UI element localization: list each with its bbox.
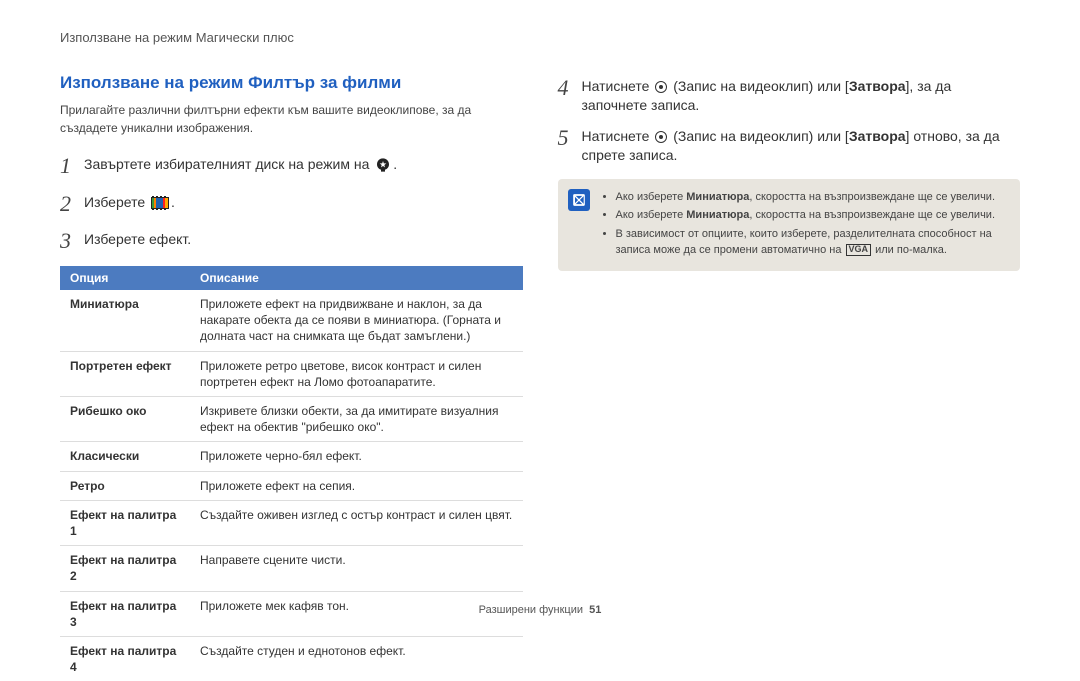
- table-cell-desc: Изкривете близки обекти, за да имитирате…: [190, 397, 523, 442]
- step-number: 3: [60, 226, 84, 256]
- table-cell-option: Ретро: [60, 471, 190, 500]
- right-column: 4 Натиснете (Запис на видеоклип) или [За…: [558, 73, 1021, 681]
- table-cell-option: Класически: [60, 442, 190, 471]
- left-column: Използване на режим Филтър за филми Прил…: [60, 73, 523, 681]
- table-cell-option: Ефект на палитра 4: [60, 636, 190, 681]
- note-text: , скоростта на възпроизвеждане ще се уве…: [749, 209, 995, 221]
- step-text-pre: Натиснете: [582, 78, 650, 94]
- table-row: МиниатюраПриложете ефект на придвижване …: [60, 290, 523, 351]
- step-number: 5: [558, 123, 582, 153]
- table-header-option: Опция: [60, 266, 190, 290]
- breadcrumb-header: Използване на режим Магически плюс: [60, 30, 1020, 45]
- table-cell-desc: Създайте студен и еднотонов ефект.: [190, 636, 523, 681]
- step-text: Завъртете избирателният диск на режим на…: [84, 151, 397, 174]
- table-row: Рибешко окоИзкривете близки обекти, за д…: [60, 397, 523, 442]
- table-cell-option: Портретен ефект: [60, 351, 190, 396]
- table-cell-option: Миниатюра: [60, 290, 190, 351]
- step-number: 4: [558, 73, 582, 103]
- step-text: Натиснете (Запис на видеоклип) или [Затв…: [582, 123, 1021, 165]
- table-row: Портретен ефектПриложете ретро цветове, …: [60, 351, 523, 396]
- record-icon: [655, 81, 667, 93]
- step-text-mid: (Запис на видеоклип) или [: [673, 78, 849, 94]
- step-4: 4 Натиснете (Запис на видеоклип) или [За…: [558, 73, 1021, 115]
- step-text-bold: Затвора: [849, 78, 906, 94]
- step-5: 5 Натиснете (Запис на видеоклип) или [За…: [558, 123, 1021, 165]
- step-3: 3 Изберете ефект.: [60, 226, 523, 256]
- record-icon: [655, 131, 667, 143]
- table-row: РетроПриложете ефект на сепия.: [60, 471, 523, 500]
- table-header-desc: Описание: [190, 266, 523, 290]
- step-number: 2: [60, 189, 84, 219]
- note-icon: [568, 189, 590, 211]
- footer-text: Разширени функции: [479, 604, 583, 616]
- section-title: Използване на режим Филтър за филми: [60, 73, 523, 93]
- table-cell-desc: Приложете ефект на придвижване и наклон,…: [190, 290, 523, 351]
- section-intro: Прилагайте различни филтърни ефекти към …: [60, 101, 523, 137]
- note-box: Ако изберете Миниатюра, скоростта на въз…: [558, 179, 1021, 271]
- table-cell-option: Ефект на палитра 1: [60, 500, 190, 545]
- table-cell-option: Рибешко око: [60, 397, 190, 442]
- mode-dial-icon: [375, 157, 391, 173]
- page-footer: Разширени функции 51: [0, 604, 1080, 616]
- note-text: Ако изберете: [616, 209, 687, 221]
- step-1: 1 Завъртете избирателният диск на режим …: [60, 151, 523, 181]
- note-bold: Миниатюра: [686, 209, 749, 221]
- table-row: КласическиПриложете черно-бял ефект.: [60, 442, 523, 471]
- step-text-pre: Натиснете: [582, 128, 650, 144]
- table-cell-desc: Приложете черно-бял ефект.: [190, 442, 523, 471]
- options-table: Опция Описание МиниатюраПриложете ефект …: [60, 266, 523, 681]
- table-row: Ефект на палитра 1Създайте оживен изглед…: [60, 500, 523, 545]
- table-cell-desc: Направете сцените чисти.: [190, 546, 523, 591]
- table-row: Ефект на палитра 2Направете сцените чист…: [60, 546, 523, 591]
- step-text: Изберете ефект.: [84, 226, 191, 249]
- note-text: Ако изберете: [616, 191, 687, 203]
- step-text-content: Изберете: [84, 194, 145, 210]
- note-bullet: Ако изберете Миниатюра, скоростта на въз…: [616, 189, 1007, 206]
- step-text: Изберете .: [84, 189, 175, 212]
- vga-badge: VGA: [846, 244, 872, 256]
- step-number: 1: [60, 151, 84, 181]
- step-text: Натиснете (Запис на видеоклип) или [Затв…: [582, 73, 1021, 115]
- step-text-mid: (Запис на видеоклип) или [: [673, 128, 849, 144]
- note-bold: Миниатюра: [686, 191, 749, 203]
- table-cell-option: Ефект на палитра 2: [60, 546, 190, 591]
- table-cell-desc: Създайте оживен изглед с остър контраст …: [190, 500, 523, 545]
- footer-page: 51: [589, 604, 601, 616]
- table-row: Ефект на палитра 4Създайте студен и едно…: [60, 636, 523, 681]
- step-2: 2 Изберете .: [60, 189, 523, 219]
- table-cell-desc: Приложете ретро цветове, висок контраст …: [190, 351, 523, 396]
- note-bullet: В зависимост от опциите, които изберете,…: [616, 226, 1007, 259]
- note-text: или по-малка.: [872, 244, 947, 256]
- step-text-content: Завъртете избирателният диск на режим на: [84, 156, 369, 172]
- table-cell-desc: Приложете ефект на сепия.: [190, 471, 523, 500]
- step-text-bold: Затвора: [849, 128, 906, 144]
- note-bullet: Ако изберете Миниатюра, скоростта на въз…: [616, 207, 1007, 224]
- note-text: , скоростта на възпроизвеждане ще се уве…: [749, 191, 995, 203]
- filmstrip-icon: [151, 197, 169, 209]
